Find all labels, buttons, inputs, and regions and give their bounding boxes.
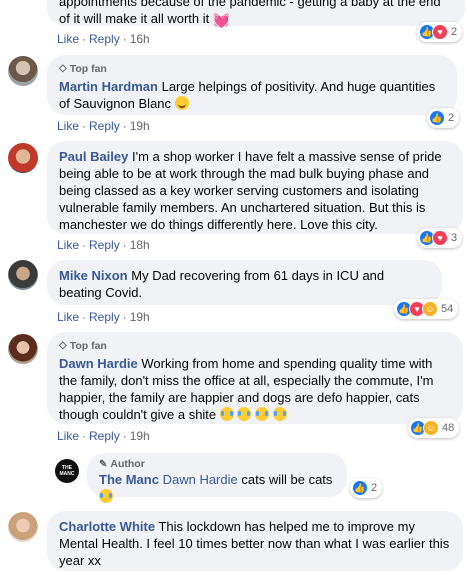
- comment-text: cats will be cats: [241, 472, 333, 487]
- comment-actions: Like · Reply · 19h: [57, 310, 150, 324]
- timestamp[interactable]: 18h: [130, 238, 150, 252]
- reaction-count: 48: [442, 422, 455, 434]
- reaction-count: 54: [441, 303, 454, 315]
- reply-bubble: ✎ Author The Manc Dawn Hardie cats will …: [87, 453, 347, 503]
- commenter-name[interactable]: Dawn Hardie: [59, 356, 138, 371]
- commenter-name[interactable]: The Manc: [99, 472, 159, 487]
- comment-bubble: ◇ Top fan Dawn Hardie Working from home …: [47, 332, 463, 424]
- comment-actions: Like · Reply · 18h: [57, 238, 150, 252]
- reaction-count: 2: [451, 26, 458, 38]
- top-fan-badge: ◇ Top fan: [59, 340, 107, 352]
- laughing-emoji-icon: [99, 489, 113, 503]
- comment-actions: Like · Reply · 19h: [57, 429, 150, 443]
- like-link[interactable]: Like: [57, 238, 79, 252]
- mention-link[interactable]: Dawn Hardie: [163, 472, 238, 487]
- timestamp[interactable]: 19h: [130, 310, 150, 324]
- comment-bubble: appointments because of the pandemic - g…: [47, 0, 465, 28]
- comment-actions: Like · Reply · 16h: [57, 32, 150, 46]
- reply-link[interactable]: Reply: [89, 238, 120, 252]
- reaction-summary[interactable]: 👍 ☺ 48: [408, 418, 460, 438]
- diamond-icon: ◇: [59, 340, 67, 351]
- avatar-logo-text: THE MANC: [59, 465, 75, 477]
- like-link[interactable]: Like: [57, 119, 79, 133]
- reaction-count: 2: [448, 112, 455, 124]
- timestamp[interactable]: 16h: [130, 32, 150, 46]
- avatar[interactable]: [8, 56, 38, 86]
- reply-link[interactable]: Reply: [89, 310, 120, 324]
- comment-bubble: Paul Bailey I'm a shop worker I have fel…: [47, 141, 463, 234]
- commenter-name[interactable]: Mike Nixon: [59, 268, 128, 283]
- reaction-summary[interactable]: 👍 ♥ ☺ 54: [394, 299, 459, 319]
- reaction-summary[interactable]: 👍 2: [350, 478, 383, 498]
- avatar[interactable]: [8, 334, 38, 364]
- timestamp[interactable]: 19h: [130, 429, 150, 443]
- laughing-emoji-icon: [237, 407, 252, 421]
- heart-emoji-icon: 💓: [212, 12, 231, 28]
- like-link[interactable]: Like: [57, 310, 79, 324]
- comment-bubble: Charlotte White This lockdown has helped…: [47, 511, 463, 571]
- like-link[interactable]: Like: [57, 429, 79, 443]
- like-link[interactable]: Like: [57, 32, 79, 46]
- reaction-count: 2: [371, 482, 378, 494]
- love-reaction-icon: ♥: [432, 230, 448, 246]
- author-badge: ✎ Author: [99, 458, 145, 470]
- avatar[interactable]: [8, 143, 38, 173]
- comment-bubble: ◇ Top fan Martin Hardman Large helpings …: [47, 55, 457, 115]
- reply-link[interactable]: Reply: [89, 429, 120, 443]
- commenter-name[interactable]: Charlotte White: [59, 519, 155, 534]
- like-reaction-icon: 👍: [429, 110, 445, 126]
- haha-reaction-icon: ☺: [423, 420, 439, 436]
- reply-link[interactable]: Reply: [89, 32, 120, 46]
- reply-link[interactable]: Reply: [89, 119, 120, 133]
- reaction-summary[interactable]: 👍 ♥ 3: [417, 228, 463, 248]
- like-reaction-icon: 👍: [352, 480, 368, 496]
- laughing-emoji-icon: [219, 407, 234, 421]
- commenter-name[interactable]: Martin Hardman: [59, 79, 158, 94]
- love-reaction-icon: ♥: [432, 24, 448, 40]
- top-fan-badge: ◇ Top fan: [59, 63, 107, 75]
- avatar[interactable]: [8, 512, 38, 542]
- pen-icon: ✎: [99, 459, 108, 470]
- author-avatar[interactable]: THE MANC: [55, 459, 79, 483]
- timestamp[interactable]: 19h: [130, 119, 150, 133]
- care-reaction-icon: ☺: [422, 301, 438, 317]
- laughing-emoji-icon: [272, 407, 287, 421]
- reaction-count: 3: [451, 232, 458, 244]
- diamond-icon: ◇: [59, 63, 67, 74]
- reaction-summary[interactable]: 👍 2: [427, 108, 460, 128]
- comment-bubble: Mike Nixon My Dad recovering from 61 day…: [47, 260, 442, 305]
- reaction-summary[interactable]: 👍 ♥ 2: [417, 22, 463, 42]
- commenter-name[interactable]: Paul Bailey: [59, 149, 128, 164]
- laughing-emoji-icon: [255, 407, 270, 421]
- smile-emoji-icon: [174, 96, 189, 110]
- comment-actions: Like · Reply · 19h: [57, 119, 150, 133]
- avatar[interactable]: [8, 260, 38, 290]
- comment-text: appointments because of the pandemic - g…: [59, 0, 441, 26]
